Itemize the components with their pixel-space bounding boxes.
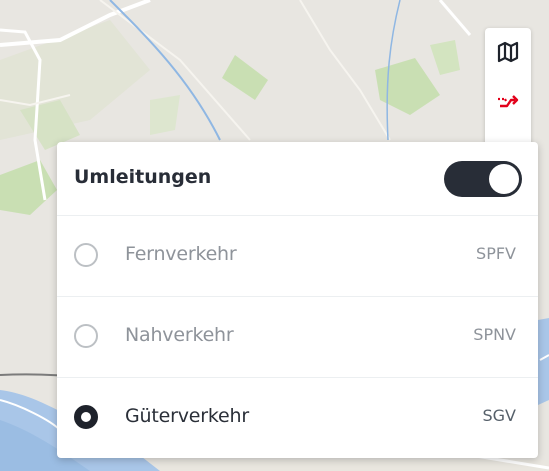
option-label: Fernverkehr [125, 243, 237, 265]
detour-icon [498, 95, 519, 108]
detour-panel: Umleitungen Fernverkehr SPFV Nahverkehr … [57, 142, 538, 458]
option-label: Güterverkehr [125, 405, 249, 427]
radio-nahverkehr[interactable] [74, 324, 98, 348]
radio-fernverkehr[interactable] [74, 243, 98, 267]
toggle-knob [489, 164, 519, 194]
option-gueterverkehr[interactable]: Güterverkehr SGV [57, 378, 538, 458]
option-code: SGV [482, 406, 517, 425]
option-code: SPNV [473, 325, 516, 344]
radio-gueterverkehr[interactable] [74, 405, 98, 429]
option-label: Nahverkehr [125, 324, 234, 346]
option-code: SPFV [476, 244, 516, 263]
panel-title: Umleitungen [74, 166, 212, 188]
detour-toggle[interactable] [444, 161, 522, 197]
panel-header: Umleitungen [57, 142, 538, 216]
option-fernverkehr[interactable]: Fernverkehr SPFV [57, 216, 538, 297]
detour-button[interactable] [485, 80, 531, 124]
option-nahverkehr[interactable]: Nahverkehr SPNV [57, 297, 538, 378]
map-icon [497, 41, 519, 63]
map-layers-button[interactable] [485, 30, 531, 74]
